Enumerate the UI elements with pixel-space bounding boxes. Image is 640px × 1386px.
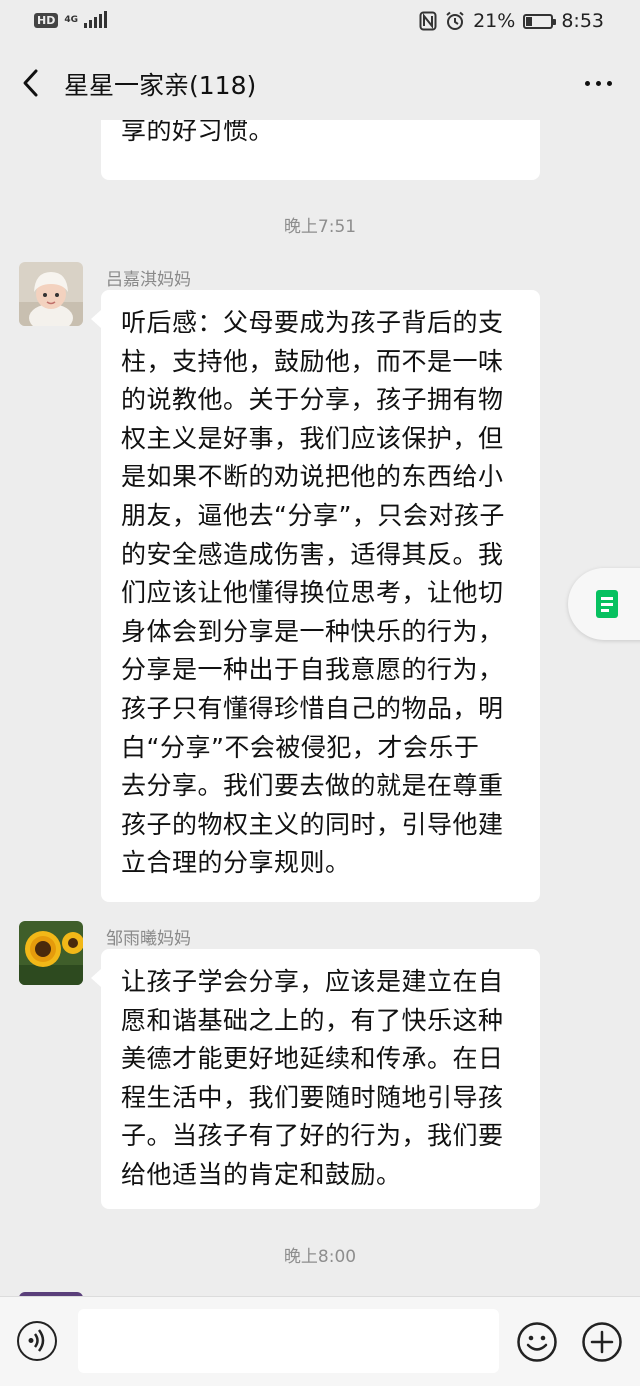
plus-icon[interactable] xyxy=(581,1321,623,1363)
baby-avatar[interactable] xyxy=(19,262,83,326)
sender-name: 邹雨曦妈妈 xyxy=(106,929,191,949)
status-right: 21% 8:53 xyxy=(419,10,604,32)
message-line: 朋友，逼他去“分享”，只会对孩子 xyxy=(121,500,505,530)
status-bar: HD 4G 21% 8:53 xyxy=(0,0,640,46)
input-bar xyxy=(0,1296,640,1386)
message-line: 听后感：父母要成为孩子背后的支 xyxy=(121,308,504,337)
message-line: 的说教他。关于分享，孩子拥有物 xyxy=(121,385,504,415)
sender-name: 吕嘉淇妈妈 xyxy=(106,270,191,290)
signal-icon xyxy=(84,11,107,28)
message-line: 美德才能更好地延续和传承。在日 xyxy=(121,1044,504,1074)
battery-percent: 21% xyxy=(473,10,516,32)
message-line: 白“分享”不会被侵犯，才会乐于 xyxy=(121,732,480,762)
message-line: 孩子只有懂得珍惜自己的物品，明 xyxy=(121,693,504,723)
message-bubble[interactable]: 听后感：父母要成为孩子背后的支 柱，支持他，鼓励他，而不是一味 的说教他。关于分… xyxy=(91,290,540,902)
message-line: 让孩子学会分享，应该是建立在自 xyxy=(121,967,504,996)
chevron-left-icon[interactable] xyxy=(20,68,46,98)
hd-badge: HD xyxy=(34,12,59,28)
message-input[interactable] xyxy=(78,1309,499,1373)
clock: 8:53 xyxy=(561,10,604,32)
chat-title: 星星一家亲(118) xyxy=(64,71,257,100)
document-icon xyxy=(596,590,618,618)
message-line: 孩子的物权主义的同时，引导他建 xyxy=(121,809,504,839)
timestamp: 晚上8:00 xyxy=(283,1247,357,1267)
message-line: 子。当孩子有了好的行为，我们要 xyxy=(121,1121,504,1151)
message-line: 权主义是好事，我们应该保护，但 xyxy=(121,423,504,453)
nfc-icon xyxy=(419,11,437,31)
message-line: 们应该让他懂得换位思考，让他切 xyxy=(121,578,504,608)
message-line: 去分享。我们要去做的就是在尊重 xyxy=(121,771,504,801)
message-line: 是如果不断的劝说把他的东西给小 xyxy=(121,462,504,492)
battery-icon xyxy=(523,13,557,29)
message-line: 享的好习惯。 xyxy=(121,120,275,145)
message-line: 立合理的分享规则。 xyxy=(121,848,351,878)
message-line: 柱，支持他，鼓励他，而不是一味 xyxy=(121,346,504,376)
voice-icon[interactable] xyxy=(17,1321,57,1361)
status-left: HD 4G xyxy=(34,11,107,28)
message-list[interactable]: 享的好习惯。 晚上7:51 吕嘉淇妈妈 听后感：父母要成为孩子背后的支 柱，支持… xyxy=(0,120,640,1296)
more-dots-icon[interactable] xyxy=(585,81,612,86)
sunflower-avatar[interactable] xyxy=(19,921,83,985)
alarm-icon xyxy=(446,11,464,30)
message-bubble[interactable]: 让孩子学会分享，应该是建立在自 愿和谐基础之上的，有了快乐这种 美德才能更好地延… xyxy=(91,949,540,1209)
message-line: 身体会到分享是一种快乐的行为， xyxy=(121,616,504,646)
message-line: 分享是一种出于自我意愿的行为， xyxy=(121,655,504,685)
emoji-icon[interactable] xyxy=(516,1321,558,1363)
message-line: 给他适当的肯定和鼓励。 xyxy=(121,1159,402,1189)
battery-fill xyxy=(526,16,532,26)
network-type: 4G xyxy=(64,14,78,25)
message-bubble[interactable]: 享的好习惯。 xyxy=(101,120,540,180)
floating-window-tab[interactable] xyxy=(568,568,640,640)
timestamp: 晚上7:51 xyxy=(283,217,357,237)
chat-header: 星星一家亲(118) xyxy=(0,46,640,120)
message-line: 程生活中，我们要随时随地引导孩 xyxy=(121,1082,504,1112)
message-line: 的安全感造成伤害，适得其反。我 xyxy=(121,539,504,569)
message-line: 愿和谐基础之上的，有了快乐这种 xyxy=(121,1005,504,1035)
